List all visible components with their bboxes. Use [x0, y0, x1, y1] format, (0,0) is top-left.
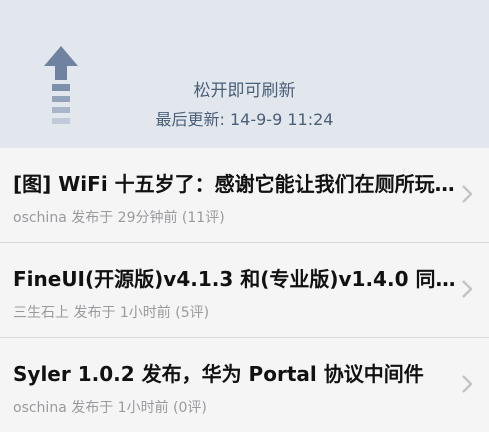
chevron-right-icon: [462, 375, 472, 393]
item-title: [图] WiFi 十五岁了：感谢它能让我们在厕所玩手机: [13, 172, 459, 196]
chevron-right-icon: [462, 185, 472, 203]
pull-to-refresh-header: 松开即可刷新 最后更新: 14-9-9 11:24: [0, 0, 489, 148]
last-updated-text: 最后更新: 14-9-9 11:24: [155, 110, 334, 129]
pull-refresh-title: 松开即可刷新: [193, 81, 296, 101]
news-list: [图] WiFi 十五岁了：感谢它能让我们在厕所玩手机 oschina 发布于 …: [0, 148, 489, 432]
item-meta: oschina 发布于 1小时前 (0评): [13, 400, 207, 416]
item-meta: 三生石上 发布于 1小时前 (5评): [13, 305, 210, 321]
item-meta: oschina 发布于 29分钟前 (11评): [13, 210, 225, 226]
item-title: FineUI(开源版)v4.1.3 和(专业版)v1.4.0 同时发布: [13, 267, 459, 291]
item-title: Syler 1.0.2 发布，华为 Portal 协议中间件: [13, 362, 424, 386]
chevron-right-icon: [462, 280, 472, 298]
list-item[interactable]: Syler 1.0.2 发布，华为 Portal 协议中间件 oschina 发…: [0, 337, 489, 432]
list-item[interactable]: [图] WiFi 十五岁了：感谢它能让我们在厕所玩手机 oschina 发布于 …: [0, 148, 489, 242]
list-item[interactable]: FineUI(开源版)v4.1.3 和(专业版)v1.4.0 同时发布 三生石上…: [0, 242, 489, 337]
